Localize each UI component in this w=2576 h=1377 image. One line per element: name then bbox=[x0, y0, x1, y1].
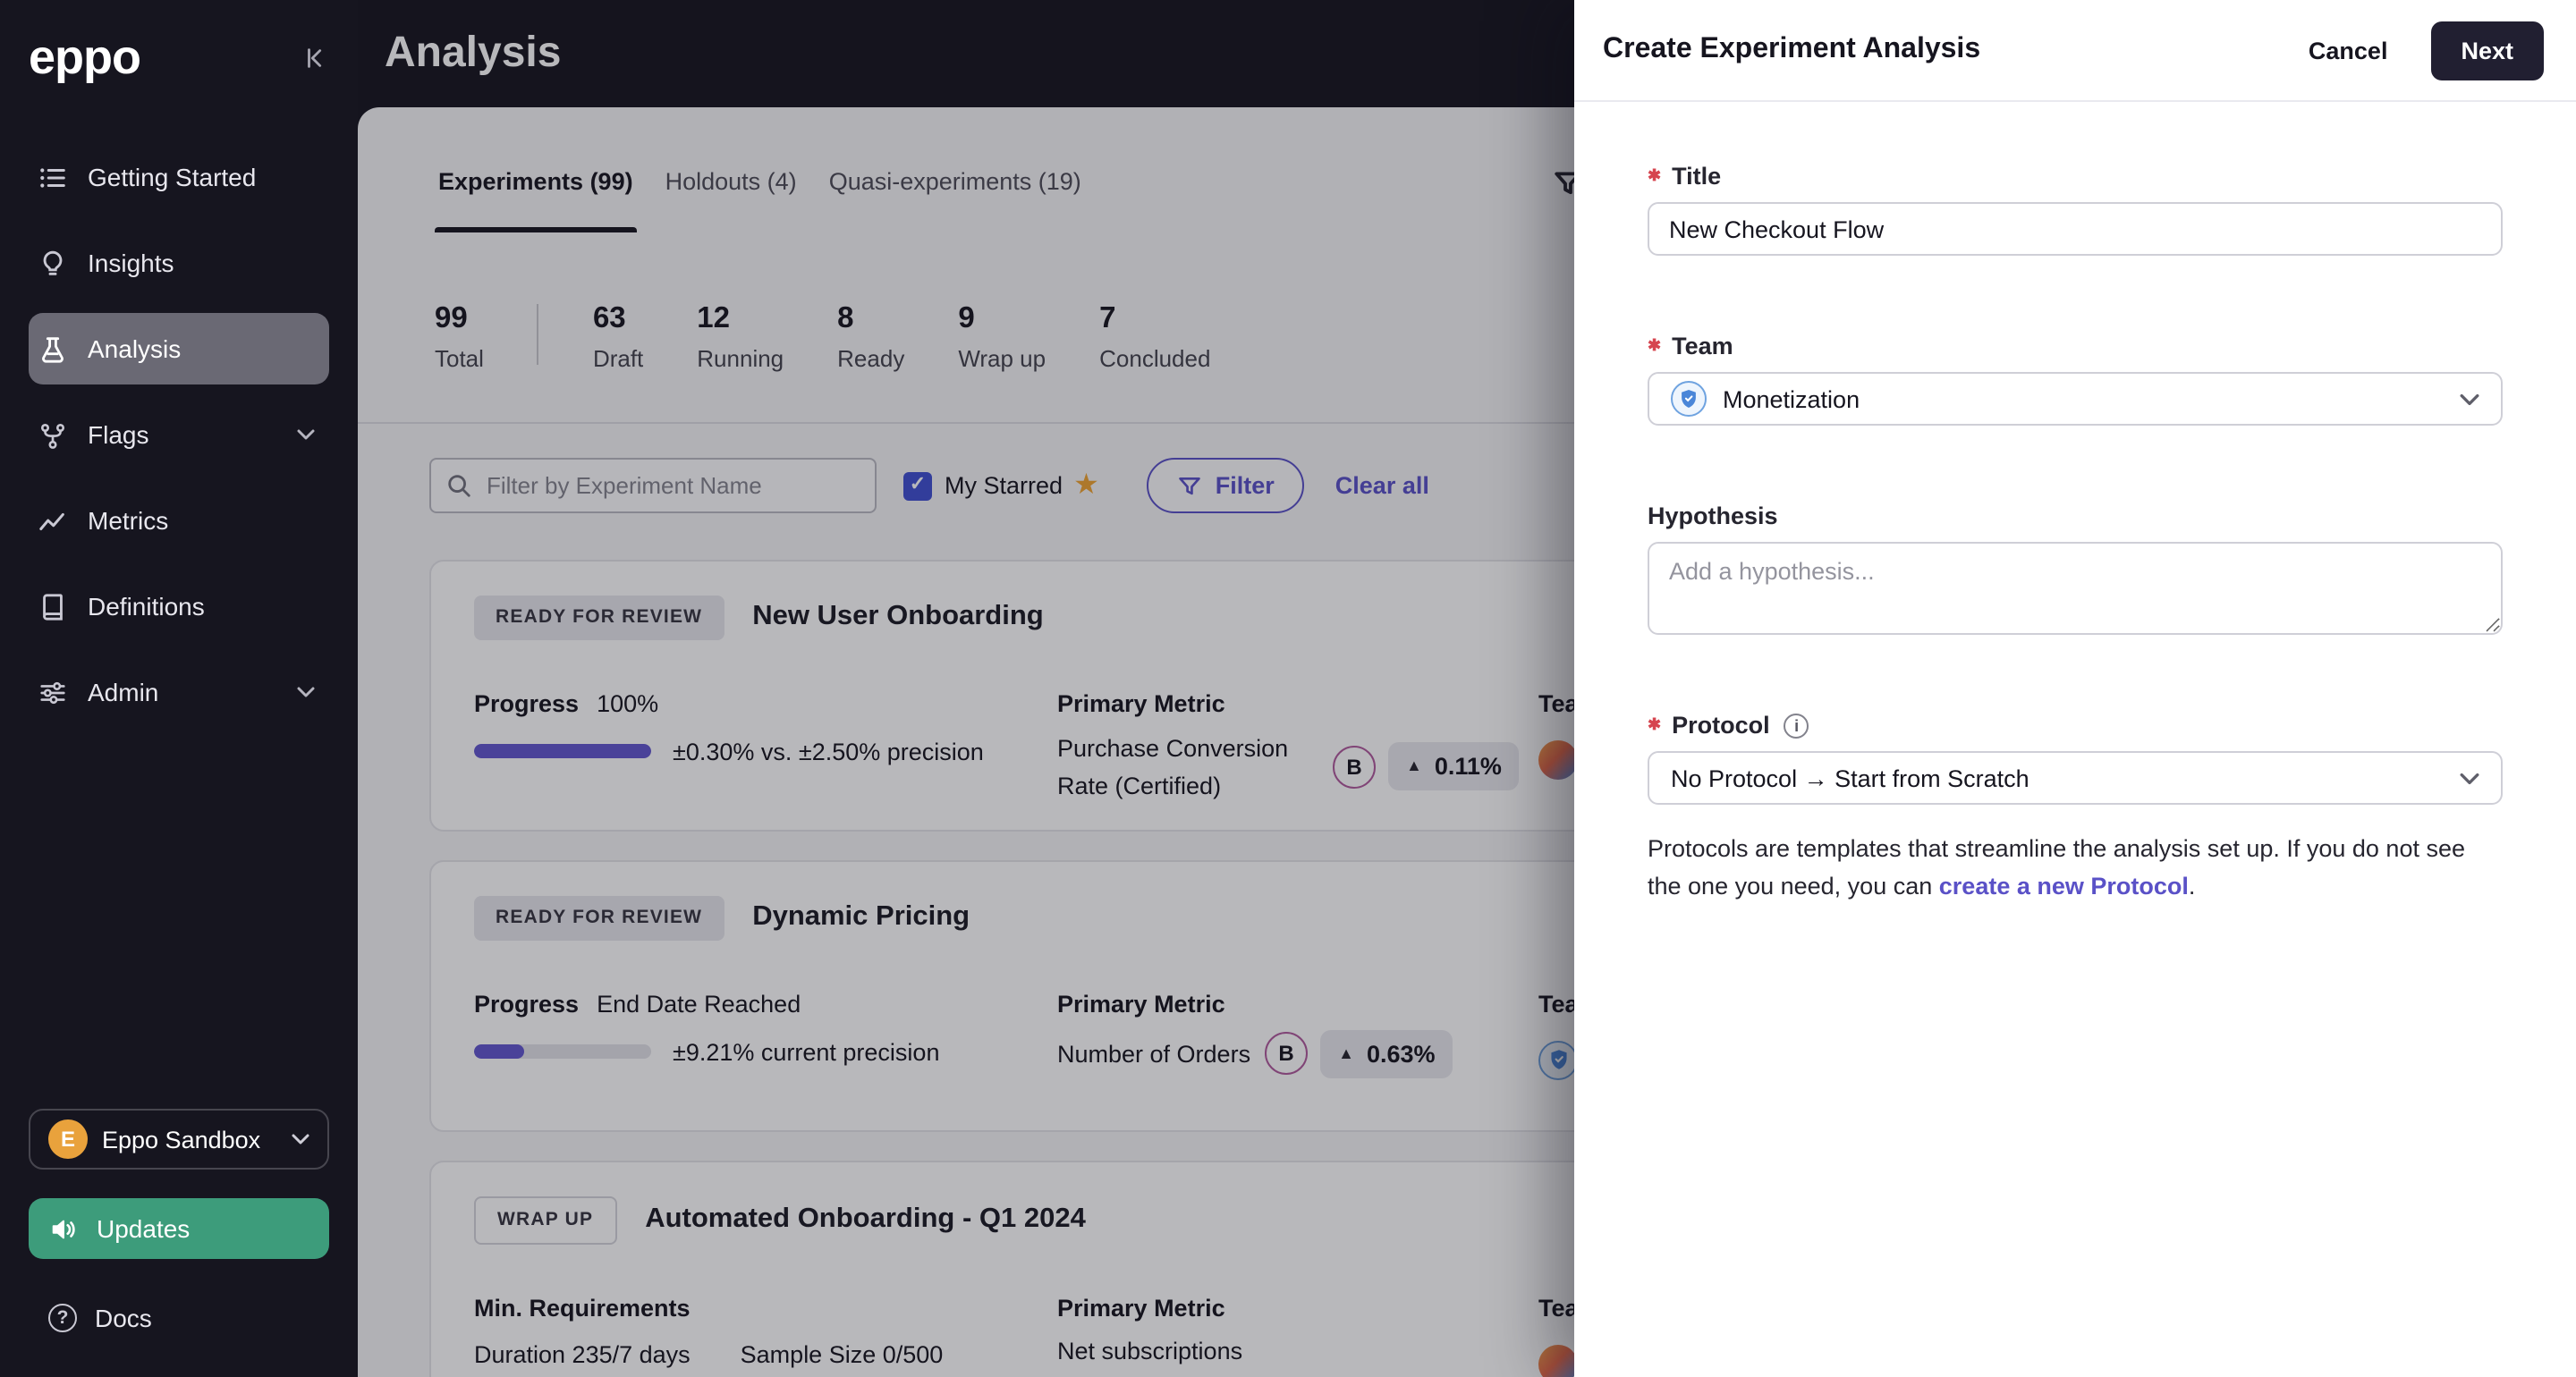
required-asterisk-icon: ✱ bbox=[1648, 715, 1662, 733]
sidebar-item-label: Insights bbox=[88, 249, 174, 277]
team-select[interactable]: Monetization bbox=[1648, 372, 2503, 426]
title-field-label: ✱ Title bbox=[1648, 163, 2503, 190]
field-label-text: Hypothesis bbox=[1648, 503, 1778, 529]
chevron-down-icon bbox=[2460, 393, 2479, 405]
chart-line-icon bbox=[36, 504, 68, 536]
sidebar-item-label: Definitions bbox=[88, 592, 205, 621]
megaphone-icon bbox=[48, 1213, 79, 1244]
workspace-switcher[interactable]: E Eppo Sandbox bbox=[29, 1109, 329, 1170]
sidebar-item-label: Admin bbox=[88, 678, 159, 706]
cancel-button[interactable]: Cancel bbox=[2298, 35, 2399, 65]
help-text-after: . bbox=[2188, 872, 2196, 900]
book-icon bbox=[36, 590, 68, 622]
protocol-help-text: Protocols are templates that streamline … bbox=[1648, 832, 2503, 907]
sidebar-item-updates[interactable]: Updates bbox=[29, 1198, 329, 1259]
create-protocol-link[interactable]: create a new Protocol bbox=[1939, 873, 2189, 900]
sidebar-item-flags[interactable]: Flags bbox=[29, 399, 329, 470]
modal-title: Create Experiment Analysis bbox=[1603, 34, 1981, 64]
title-input[interactable] bbox=[1648, 202, 2503, 256]
sidebar-item-definitions[interactable]: Definitions bbox=[29, 570, 329, 642]
protocol-select[interactable]: No Protocol → Start from Scratch bbox=[1648, 751, 2503, 805]
question-icon: ? bbox=[48, 1304, 77, 1332]
next-button[interactable]: Next bbox=[2430, 21, 2544, 80]
hypothesis-textarea[interactable] bbox=[1648, 542, 2503, 635]
protocol-select-value: No Protocol → Start from Scratch bbox=[1671, 765, 2029, 791]
sidebar-item-docs[interactable]: ? Docs bbox=[29, 1288, 329, 1348]
field-label-text: Title bbox=[1672, 163, 1722, 190]
modal-body: ✱ Title ✱ Team Monetization bbox=[1574, 102, 2576, 907]
field-label-text: Team bbox=[1672, 333, 1733, 359]
modal-header: Create Experiment Analysis Cancel Next bbox=[1574, 0, 2576, 102]
team-field-group: ✱ Team Monetization bbox=[1648, 333, 2503, 426]
lightbulb-icon bbox=[36, 247, 68, 279]
sidebar-item-label: Flags bbox=[88, 420, 149, 449]
team-field-label: ✱ Team bbox=[1648, 333, 2503, 359]
sidebar-item-getting-started[interactable]: Getting Started bbox=[29, 141, 329, 213]
sidebar-item-metrics[interactable]: Metrics bbox=[29, 485, 329, 556]
hypothesis-field-group: Hypothesis bbox=[1648, 503, 2503, 635]
title-field-group: ✱ Title bbox=[1648, 163, 2503, 256]
updates-label: Updates bbox=[97, 1214, 191, 1243]
sidebar-collapse-button[interactable] bbox=[299, 40, 333, 74]
protocol-field-group: ✱ Protocol i No Protocol → Start from Sc… bbox=[1648, 712, 2503, 907]
info-icon[interactable]: i bbox=[1784, 713, 1809, 738]
workspace-avatar: E bbox=[48, 1119, 88, 1159]
app-root: eppo Getting Started Insights Analysis F… bbox=[0, 0, 2576, 1377]
protocol-field-label: ✱ Protocol i bbox=[1648, 712, 2503, 739]
sidebar-item-label: Getting Started bbox=[88, 163, 257, 191]
create-analysis-panel: Create Experiment Analysis Cancel Next ✱… bbox=[1574, 0, 2576, 1377]
sidebar-header: eppo bbox=[0, 0, 358, 89]
sidebar-item-label: Metrics bbox=[88, 506, 169, 535]
sidebar-footer: E Eppo Sandbox Updates ? Docs bbox=[0, 1109, 358, 1377]
chevron-down-icon bbox=[297, 687, 315, 697]
docs-label: Docs bbox=[95, 1304, 152, 1332]
hypothesis-field-label: Hypothesis bbox=[1648, 503, 2503, 529]
team-select-value: Monetization bbox=[1723, 385, 1860, 412]
checklist-icon bbox=[36, 161, 68, 193]
team-shield-icon bbox=[1671, 381, 1707, 417]
required-asterisk-icon: ✱ bbox=[1648, 166, 1662, 184]
flask-icon bbox=[36, 333, 68, 365]
required-asterisk-icon: ✱ bbox=[1648, 336, 1662, 354]
chevron-down-icon bbox=[297, 429, 315, 440]
chevron-down-icon bbox=[2460, 772, 2479, 784]
chevron-down-icon bbox=[292, 1134, 309, 1145]
sidebar: eppo Getting Started Insights Analysis F… bbox=[0, 0, 358, 1377]
collapse-sidebar-icon bbox=[308, 47, 322, 67]
sidebar-item-analysis[interactable]: Analysis bbox=[29, 313, 329, 384]
sidebar-nav: Getting Started Insights Analysis Flags bbox=[0, 127, 358, 742]
field-label-text: Protocol bbox=[1672, 712, 1770, 739]
sidebar-item-insights[interactable]: Insights bbox=[29, 227, 329, 299]
eppo-logo: eppo bbox=[29, 30, 141, 83]
sidebar-item-label: Analysis bbox=[88, 334, 182, 363]
workspace-name: Eppo Sandbox bbox=[102, 1126, 261, 1153]
flags-branch-icon bbox=[36, 418, 68, 451]
sliders-icon bbox=[36, 676, 68, 708]
sidebar-item-admin[interactable]: Admin bbox=[29, 656, 329, 728]
